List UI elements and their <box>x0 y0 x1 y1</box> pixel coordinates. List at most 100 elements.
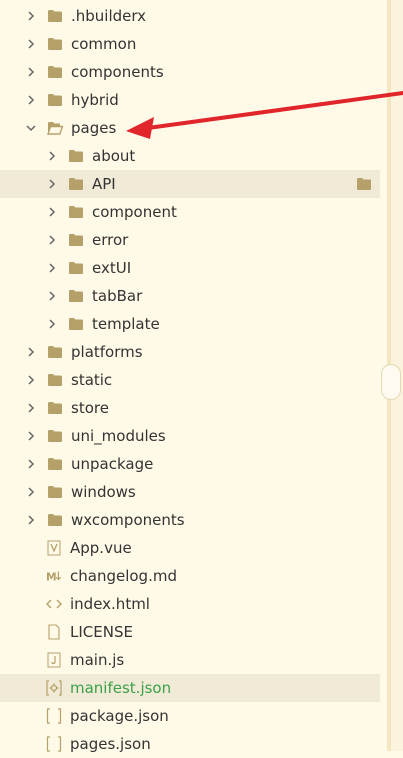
tree-item-label: .hbuilderx <box>71 7 147 25</box>
package-json-file[interactable]: package.json <box>0 702 380 730</box>
folder-icon <box>47 9 63 23</box>
folder-icon <box>47 457 63 471</box>
manifest-file[interactable]: manifest.json <box>0 674 380 702</box>
html-file-icon <box>46 597 62 611</box>
chevron-right-icon[interactable] <box>26 457 36 471</box>
chevron-right-icon[interactable] <box>26 345 36 359</box>
chevron-right-icon[interactable] <box>26 485 36 499</box>
chevron-right-icon[interactable] <box>26 93 36 107</box>
tree-item-label: package.json <box>70 707 169 725</box>
common-folder[interactable]: common <box>0 30 380 58</box>
folder-open-icon <box>47 121 63 135</box>
chevron-right-icon[interactable] <box>47 149 57 163</box>
tree-item-label: index.html <box>70 595 150 613</box>
unpackage-folder[interactable]: unpackage <box>0 450 380 478</box>
tree-item-label: tabBar <box>92 287 143 305</box>
chevron-right-icon[interactable] <box>47 233 57 247</box>
json-file-icon <box>46 736 62 752</box>
tree-item-label: manifest.json <box>70 679 172 697</box>
tabbar-folder[interactable]: tabBar <box>0 282 380 310</box>
component-folder[interactable]: component <box>0 198 380 226</box>
uni-modules-folder[interactable]: uni_modules <box>0 422 380 450</box>
tree-item-label: API <box>92 175 116 193</box>
plain-file-icon <box>46 624 62 640</box>
tree-item-label: platforms <box>71 343 143 361</box>
tree-item-label: store <box>71 399 109 417</box>
license-file[interactable]: LICENSE <box>0 618 380 646</box>
svg-text:M: M <box>46 570 57 583</box>
components-folder[interactable]: components <box>0 58 380 86</box>
hbuilderx-folder[interactable]: .hbuilderx <box>0 2 380 30</box>
folder-icon <box>47 429 63 443</box>
tree-item-label: extUI <box>92 259 132 277</box>
tree-item-label: windows <box>71 483 136 501</box>
changelog-file[interactable]: Mchangelog.md <box>0 562 380 590</box>
chevron-right-icon[interactable] <box>47 317 57 331</box>
folder-icon <box>47 485 63 499</box>
chevron-right-icon[interactable] <box>26 513 36 527</box>
chevron-right-icon[interactable] <box>26 9 36 23</box>
folder-icon <box>47 37 63 51</box>
chevron-right-icon[interactable] <box>26 373 36 387</box>
hybrid-folder[interactable]: hybrid <box>0 86 380 114</box>
tree-item-label: components <box>71 63 164 81</box>
static-folder[interactable]: static <box>0 366 380 394</box>
folder-icon <box>68 289 84 303</box>
api-folder[interactable]: API <box>0 170 380 198</box>
tree-item-label: component <box>92 203 177 221</box>
tree-item-label: uni_modules <box>71 427 166 445</box>
tree-item-label: pages.json <box>70 735 151 753</box>
manifest-file-icon <box>46 680 62 696</box>
tree-item-label: unpackage <box>71 455 154 473</box>
tree-item-label: main.js <box>70 651 125 669</box>
folder-icon <box>47 373 63 387</box>
chevron-right-icon[interactable] <box>26 429 36 443</box>
chevron-right-icon[interactable] <box>26 65 36 79</box>
chevron-down-icon[interactable] <box>26 121 36 135</box>
chevron-right-icon[interactable] <box>26 37 36 51</box>
folder-icon <box>68 233 84 247</box>
extui-folder[interactable]: extUI <box>0 254 380 282</box>
chevron-right-icon[interactable] <box>26 401 36 415</box>
main-js-file[interactable]: main.js <box>0 646 380 674</box>
pages-json-file[interactable]: pages.json <box>0 730 380 758</box>
new-folder-icon[interactable] <box>356 177 372 195</box>
tree-item-label: common <box>71 35 137 53</box>
json-file-icon <box>46 708 62 724</box>
tree-item-label: wxcomponents <box>71 511 185 529</box>
app-vue-file[interactable]: App.vue <box>0 534 380 562</box>
index-html-file[interactable]: index.html <box>0 590 380 618</box>
folder-icon <box>68 149 84 163</box>
error-folder[interactable]: error <box>0 226 380 254</box>
tree-item-label: template <box>92 315 160 333</box>
folder-icon <box>68 205 84 219</box>
tree-item-label: hybrid <box>71 91 119 109</box>
js-file-icon <box>46 652 62 668</box>
folder-icon <box>47 65 63 79</box>
folder-icon <box>47 513 63 527</box>
folder-icon <box>47 401 63 415</box>
tree-item-label: changelog.md <box>70 567 177 585</box>
markdown-file-icon: M <box>46 569 62 583</box>
platforms-folder[interactable]: platforms <box>0 338 380 366</box>
folder-icon <box>47 93 63 107</box>
folder-icon <box>68 177 84 191</box>
tree-item-label: static <box>71 371 113 389</box>
windows-folder[interactable]: windows <box>0 478 380 506</box>
chevron-right-icon[interactable] <box>47 261 57 275</box>
folder-icon <box>47 345 63 359</box>
chevron-right-icon[interactable] <box>47 205 57 219</box>
chevron-right-icon[interactable] <box>47 177 57 191</box>
tree-item-label: error <box>92 231 129 249</box>
pages-folder[interactable]: pages <box>0 114 380 142</box>
tree-item-label: LICENSE <box>70 623 133 641</box>
template-folder[interactable]: template <box>0 310 380 338</box>
chevron-right-icon[interactable] <box>47 289 57 303</box>
collapse-handle[interactable] <box>381 364 401 400</box>
tree-item-label: App.vue <box>70 539 132 557</box>
about-folder[interactable]: about <box>0 142 380 170</box>
file-explorer-tree: .hbuilderx common components hybrid pages abo… <box>0 2 380 758</box>
wxcomponents-folder[interactable]: wxcomponents <box>0 506 380 534</box>
vue-file-icon <box>46 540 62 556</box>
store-folder[interactable]: store <box>0 394 380 422</box>
